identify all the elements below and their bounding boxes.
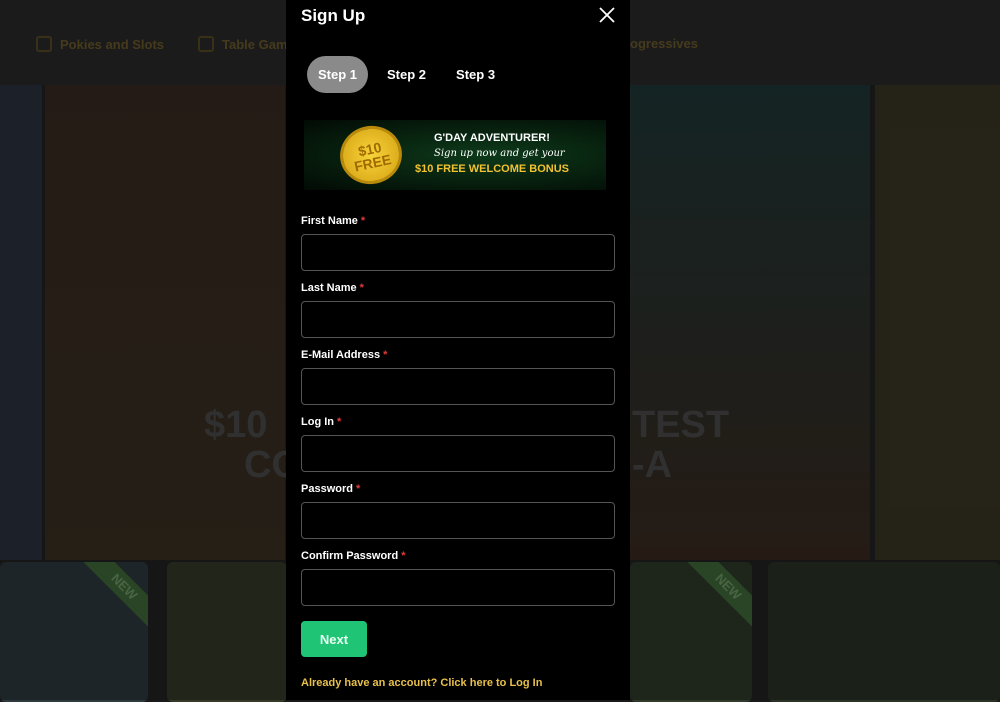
first-name-field[interactable] bbox=[301, 234, 615, 271]
label-text: E-Mail Address bbox=[301, 349, 381, 361]
required-mark: * bbox=[360, 215, 366, 227]
first-name-label: First Name * bbox=[301, 215, 365, 227]
required-mark: * bbox=[337, 416, 342, 428]
label-text: First Name bbox=[301, 215, 358, 227]
email-label: E-Mail Address * bbox=[301, 349, 387, 361]
tab-step-3[interactable]: Step 3 bbox=[445, 56, 506, 93]
login-field[interactable] bbox=[301, 435, 615, 472]
tab-step-2[interactable]: Step 2 bbox=[376, 56, 437, 93]
welcome-bonus-banner: $10 FREE G'DAY ADVENTURER! Sign up now a… bbox=[304, 120, 606, 190]
close-icon[interactable] bbox=[597, 5, 617, 25]
last-name-label: Last Name * bbox=[301, 282, 364, 294]
label-text: Password bbox=[301, 483, 353, 495]
banner-headline: G'DAY ADVENTURER! bbox=[434, 132, 550, 144]
label-text: Last Name bbox=[301, 282, 357, 294]
label-text: Log In bbox=[301, 416, 334, 428]
tab-step-1[interactable]: Step 1 bbox=[307, 56, 369, 93]
required-mark: * bbox=[359, 282, 364, 294]
password-label: Password * bbox=[301, 483, 360, 495]
required-mark: * bbox=[355, 483, 361, 495]
confirm-password-label: Confirm Password * bbox=[301, 550, 405, 562]
required-mark: * bbox=[383, 349, 388, 361]
modal-title: Sign Up bbox=[301, 6, 366, 25]
login-label: Log In * bbox=[301, 416, 341, 428]
coin-logo: $10 FREE bbox=[334, 120, 408, 190]
step-tabs: Step 1 Step 2 Step 3 bbox=[307, 56, 506, 93]
email-field[interactable] bbox=[301, 368, 615, 405]
password-field[interactable] bbox=[301, 502, 615, 539]
next-button[interactable]: Next bbox=[301, 621, 367, 657]
confirm-password-field[interactable] bbox=[301, 569, 615, 606]
banner-offer: $10 FREE WELCOME BONUS bbox=[415, 163, 570, 175]
label-text: Confirm Password bbox=[301, 550, 399, 562]
signup-modal: Sign Up Step 1 Step 2 Step 3 $10 FREE G'… bbox=[286, 0, 630, 700]
login-link[interactable]: Already have an account? Click here to L… bbox=[301, 677, 542, 689]
last-name-field[interactable] bbox=[301, 301, 615, 338]
required-mark: * bbox=[401, 550, 406, 562]
banner-subline: Sign up now and get your bbox=[434, 148, 565, 159]
